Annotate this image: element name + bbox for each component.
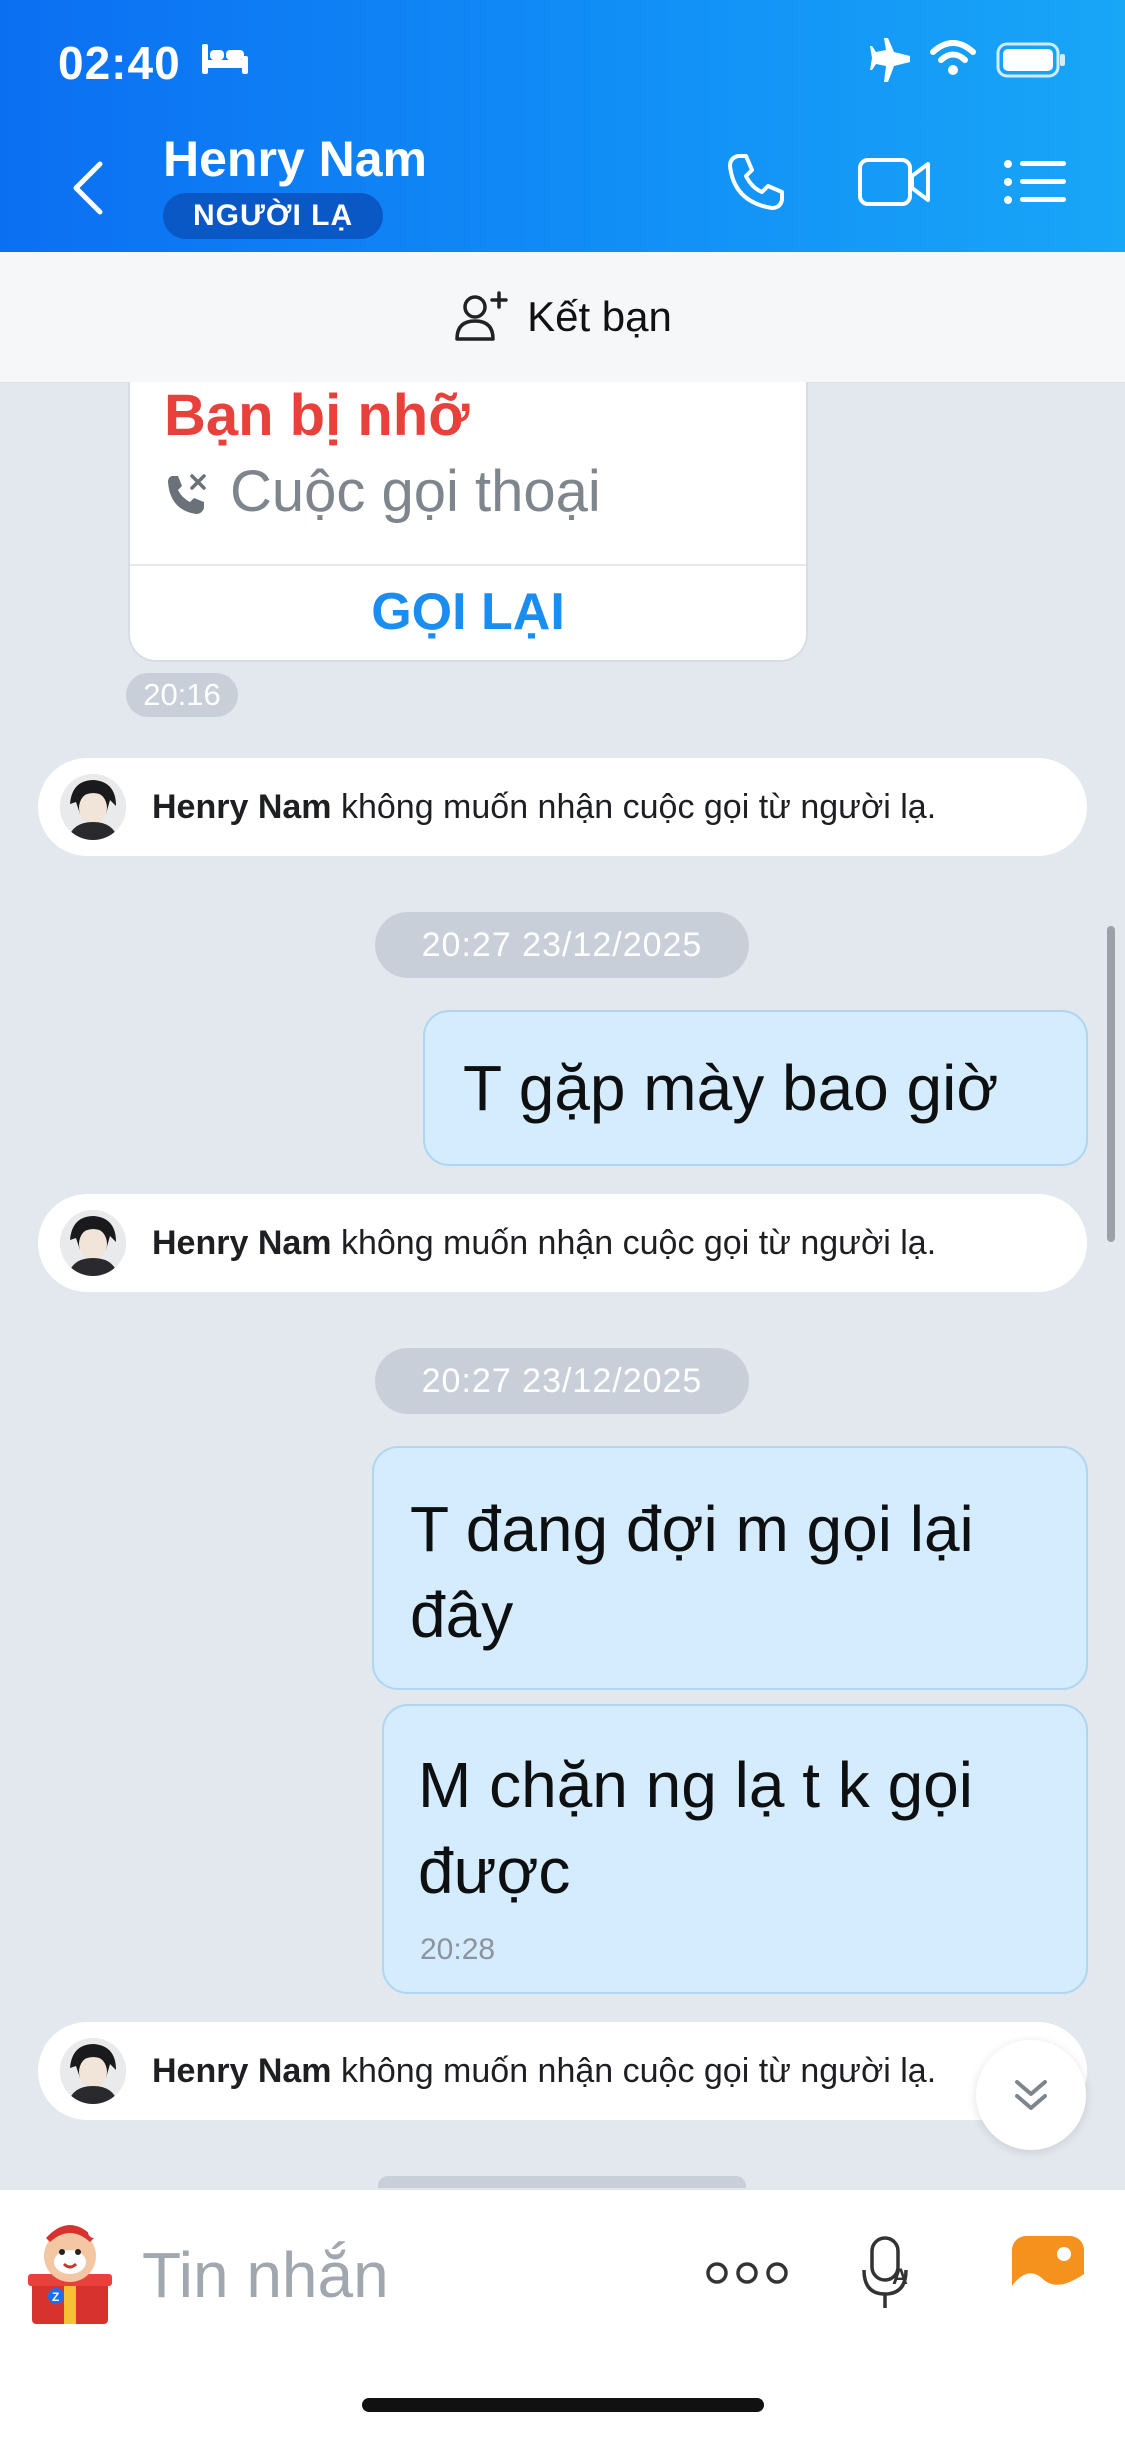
message-bubble[interactable]: T gặp mày bao giờ — [423, 1010, 1088, 1166]
wifi-icon — [930, 40, 976, 75]
system-notice: Henry Nam không muốn nhận cuộc gọi từ ng… — [38, 2022, 1087, 2120]
svg-text:A: A — [892, 2264, 908, 2289]
contact-name[interactable]: Henry Nam — [163, 130, 427, 188]
double-chevron-down-icon — [1015, 2080, 1047, 2110]
date-separator: 20:27 23/12/2025 — [375, 912, 749, 978]
avatar[interactable] — [60, 1210, 126, 1276]
call-time: 20:16 — [126, 673, 238, 717]
home-indicator — [362, 2398, 764, 2412]
svg-text:Z: Z — [52, 2290, 59, 2304]
chat-header: 02:40 Henry Nam NGƯỜI LẠ — [0, 0, 1125, 252]
message-bubble[interactable]: T đang đợi m gọi lại đây — [372, 1446, 1088, 1690]
video-call-button[interactable] — [856, 150, 932, 214]
missed-call-card: Bạn bị nhỡ Cuộc gọi thoại GỌI LẠI — [128, 382, 808, 662]
back-button[interactable] — [66, 158, 110, 218]
missed-call-icon — [168, 474, 206, 514]
sleep-focus-icon — [202, 44, 248, 74]
photo-gallery-icon[interactable] — [1010, 2234, 1086, 2306]
status-time: 02:40 — [58, 37, 181, 89]
call-type-label: Cuộc gọi thoại — [230, 459, 601, 524]
message-bubble[interactable]: M chặn ng lạ t k gọi được 20:28 — [382, 1704, 1088, 1994]
airplane-mode-icon — [870, 38, 910, 82]
scrollbar[interactable] — [1107, 926, 1115, 1242]
callback-button[interactable]: GỌI LẠI — [130, 582, 806, 642]
system-notice: Henry Nam không muốn nhận cuộc gọi từ ng… — [38, 1194, 1087, 1292]
notice-text: Henry Nam không muốn nhận cuộc gọi từ ng… — [152, 1224, 937, 1262]
stranger-badge: NGƯỜI LẠ — [163, 193, 384, 239]
system-notice: Henry Nam không muốn nhận cuộc gọi từ ng… — [38, 758, 1087, 856]
date-separator: 20:27 23/12/2025 — [375, 1348, 749, 1414]
more-options-icon[interactable] — [705, 2256, 789, 2290]
message-time: 20:28 — [420, 1933, 496, 1966]
message-composer: Z Tin nhắn A — [0, 2188, 1125, 2438]
message-input[interactable]: Tin nhắn — [142, 2238, 389, 2312]
voice-call-button[interactable] — [724, 150, 788, 214]
menu-list-button[interactable] — [1002, 150, 1068, 214]
avatar[interactable] — [60, 774, 126, 840]
voice-message-icon[interactable]: A — [862, 2234, 922, 2314]
notice-text: Henry Nam không muốn nhận cuộc gọi từ ng… — [152, 2052, 937, 2090]
missed-call-title: Bạn bị nhỡ — [164, 383, 470, 448]
card-divider — [130, 564, 806, 566]
add-friend-label: Kết bạn — [527, 293, 672, 340]
scroll-to-bottom-button[interactable] — [976, 2040, 1086, 2150]
add-friend-icon — [455, 291, 508, 341]
avatar[interactable] — [60, 2038, 126, 2104]
notice-text: Henry Nam không muốn nhận cuộc gọi từ ng… — [152, 788, 937, 826]
sticker-mascot-icon[interactable]: Z — [20, 2216, 120, 2326]
battery-icon — [996, 42, 1065, 78]
add-friend-button[interactable]: Kết bạn — [0, 252, 1125, 383]
